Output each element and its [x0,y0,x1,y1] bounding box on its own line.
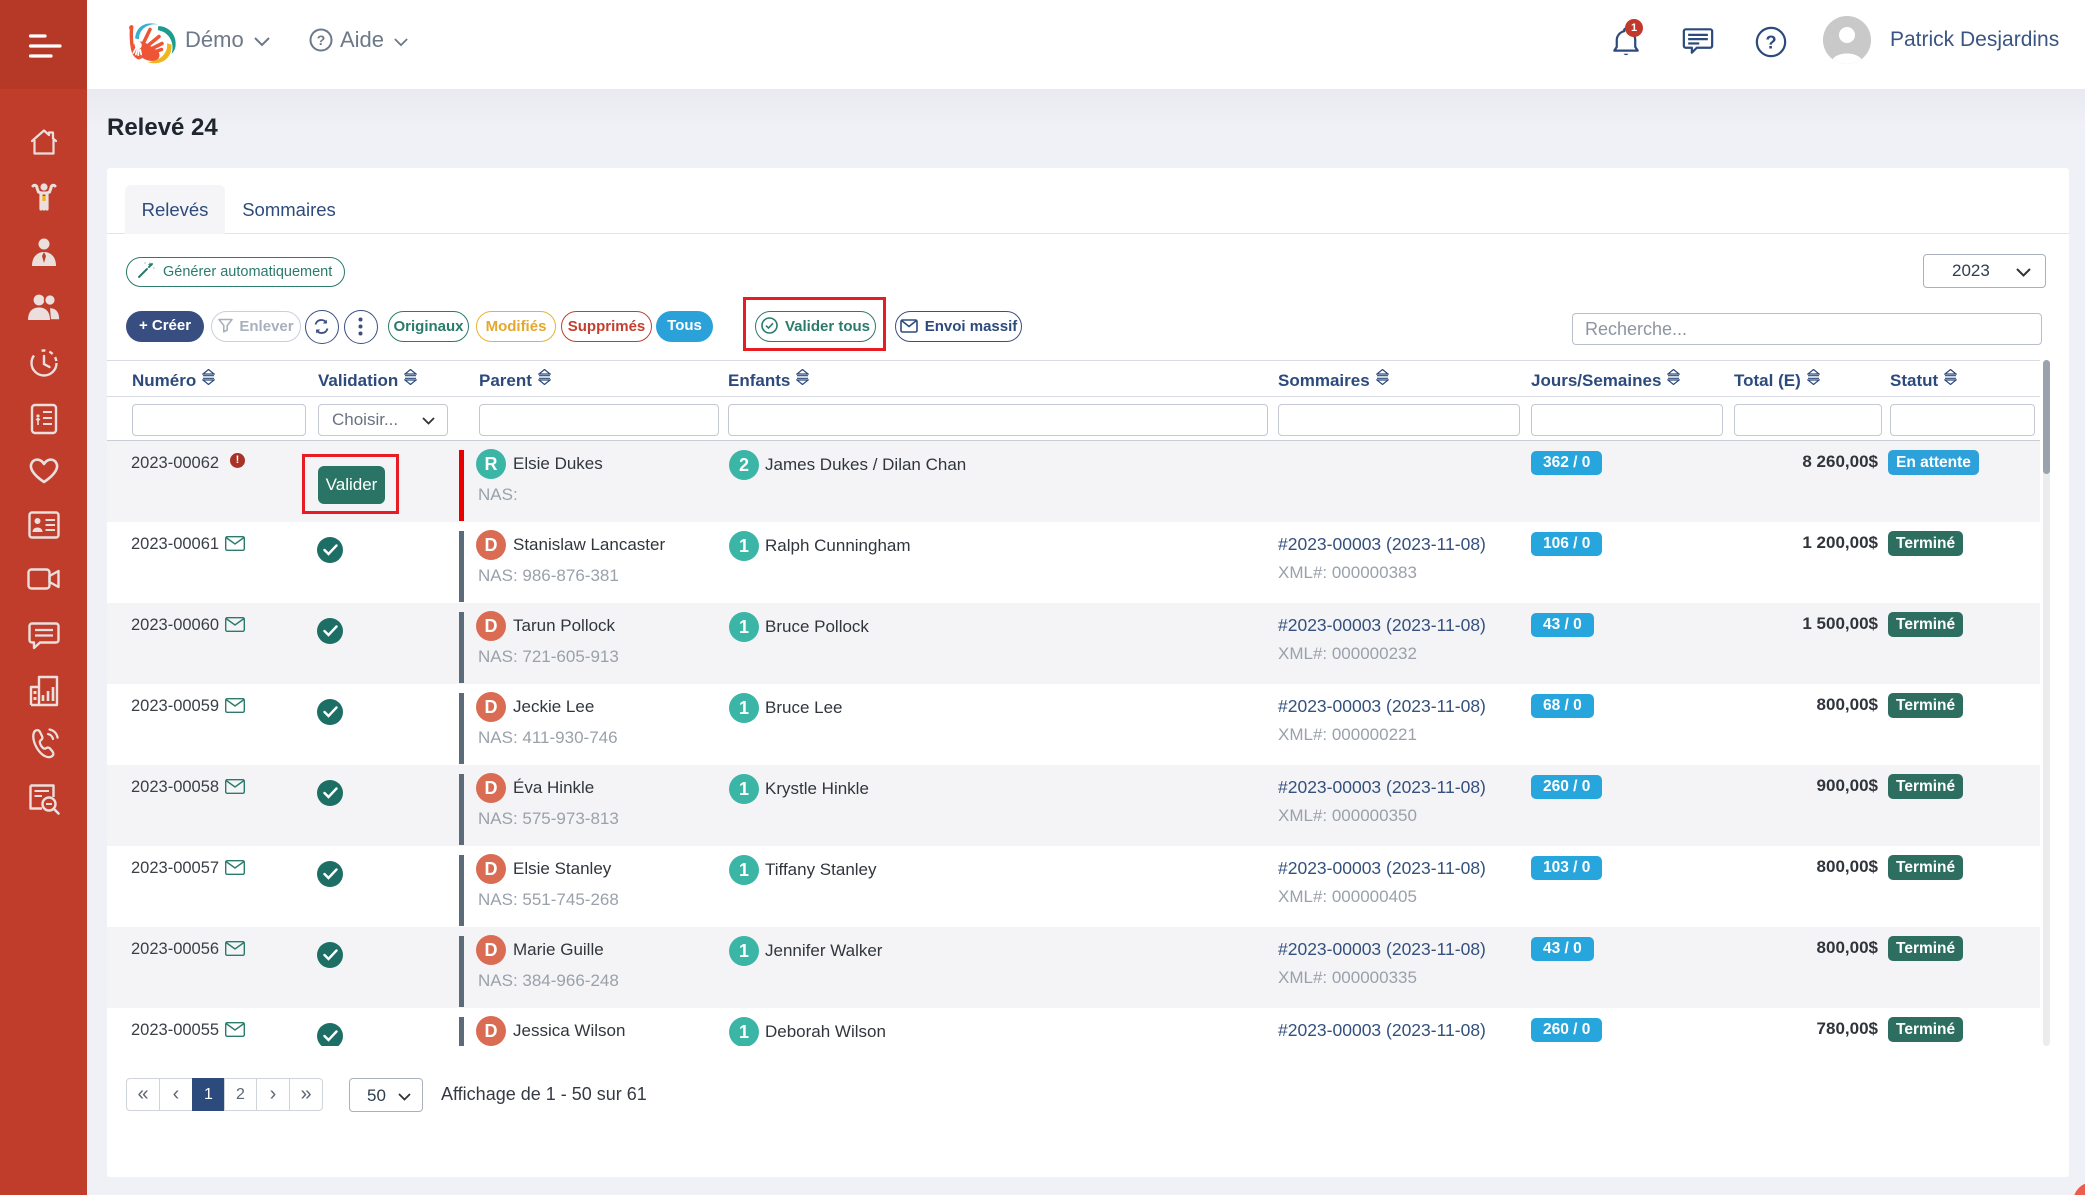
svg-text:?: ? [1765,31,1776,52]
svg-text:?: ? [317,32,326,48]
